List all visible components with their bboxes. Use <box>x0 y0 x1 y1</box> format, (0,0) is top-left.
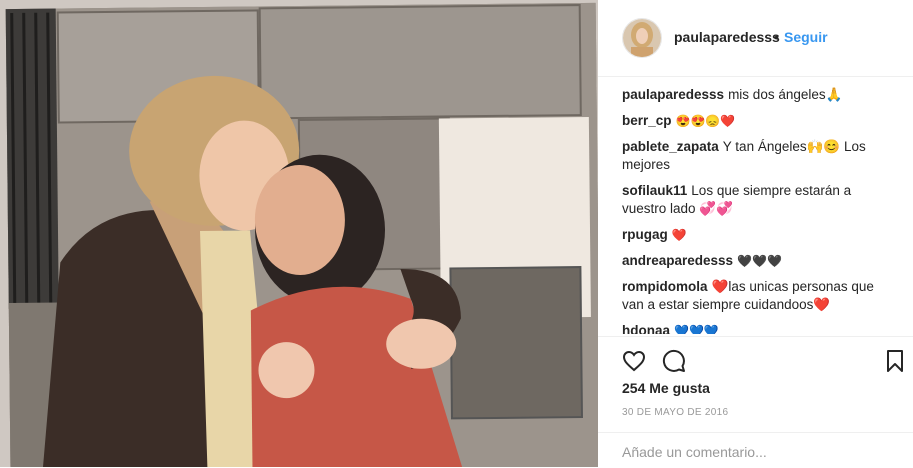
post-sidebar: paulaparedesss • Seguir paulaparedesss mi… <box>598 0 913 467</box>
comment-username[interactable]: berr_cp <box>622 113 672 128</box>
comment-item: andreaparedesss 🖤🖤🖤 <box>622 252 892 270</box>
heart-icon[interactable] <box>622 349 646 378</box>
comments-list[interactable]: paulaparedesss mis dos ángeles🙏 berr_cp 😍😍… <box>622 86 892 334</box>
comment-item: pablete_zapata Y tan Ángeles🙌😊 Los mejore… <box>622 138 892 174</box>
comment-username[interactable]: hdonaa <box>622 323 670 334</box>
post-header: paulaparedesss • Seguir <box>598 0 913 77</box>
header-separator: • <box>774 29 779 45</box>
comment-input[interactable] <box>620 440 894 464</box>
action-bar <box>598 336 913 383</box>
header-username[interactable]: paulaparedesss <box>674 29 780 45</box>
photo-image <box>0 0 598 467</box>
comment-username[interactable]: rpugag <box>622 227 668 242</box>
comment-item: berr_cp 😍😍😞❤️ <box>622 112 892 130</box>
comment-item: hdonaa 💙💙💙 <box>622 322 892 334</box>
comment-item: sofilauk11 Los que siempre estarán a vues… <box>622 182 892 218</box>
post-photo[interactable] <box>0 0 598 467</box>
comment-username[interactable]: pablete_zapata <box>622 139 719 154</box>
comment-icon[interactable] <box>662 349 686 378</box>
avatar-image <box>623 19 661 57</box>
comment-username[interactable]: rompidomola <box>622 279 708 294</box>
add-comment-bar <box>598 432 913 468</box>
comment-text: 😍😍😞❤️ <box>675 114 736 128</box>
comment-item: paulaparedesss mis dos ángeles🙏 <box>622 86 892 104</box>
likes-count[interactable]: 254 Me gusta <box>622 380 710 396</box>
follow-button[interactable]: Seguir <box>784 29 828 45</box>
avatar[interactable] <box>622 18 662 58</box>
post-modal: paulaparedesss • Seguir paulaparedesss mi… <box>0 0 913 467</box>
comment-item: rpugag ❤️ <box>622 226 892 244</box>
comment-text: ❤️ <box>671 228 687 242</box>
bookmark-icon[interactable] <box>886 349 904 378</box>
comment-text: 💙💙💙 <box>674 324 719 334</box>
comment-text: 🖤🖤🖤 <box>737 254 782 268</box>
comment-item: rompidomola ❤️las unicas personas que van… <box>622 278 892 314</box>
post-date: 30 DE MAYO DE 2016 <box>622 407 729 418</box>
comment-username[interactable]: sofilauk11 <box>622 183 687 198</box>
comment-username[interactable]: paulaparedesss <box>622 87 724 102</box>
comment-username[interactable]: andreaparedesss <box>622 253 733 268</box>
comment-text: mis dos ángeles🙏 <box>728 87 843 102</box>
